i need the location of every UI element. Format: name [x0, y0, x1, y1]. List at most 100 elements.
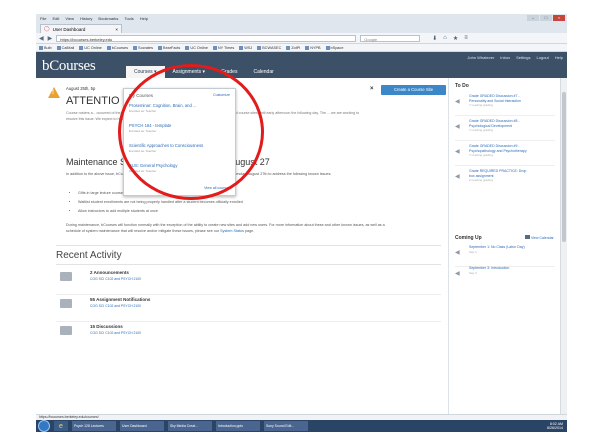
calendar-icon [525, 235, 530, 239]
window-controls: – □ × [527, 15, 565, 21]
todo-item[interactable]: ◀ Grade GRADED Discussion #7 - Personalit… [455, 92, 555, 116]
activity-assignments[interactable]: 55 Assignment Notifications COG SCI C102… [56, 295, 441, 322]
menu-file[interactable]: File [40, 16, 46, 21]
customize-link[interactable]: Customize [213, 93, 230, 97]
bookmark-item[interactable]: Socrates [133, 45, 153, 50]
menu-tools[interactable]: Tools [124, 16, 133, 21]
start-button[interactable] [38, 420, 50, 432]
bookmark-item[interactable]: Bulb [39, 45, 52, 50]
tab-title: User Dashboard [52, 26, 86, 32]
course-role: Enrolled as: Teacher [129, 149, 157, 153]
canvas-favicon-icon: ◯ [44, 26, 50, 32]
todo-item[interactable]: ◀ Grade GRADED Discussion #8 - Psychologi… [455, 117, 555, 141]
course-role: Enrolled as: Teacher [129, 129, 157, 133]
menu-courses[interactable]: Courses ▾ [126, 66, 165, 78]
bookmark-item[interactable]: CalMail [56, 45, 74, 50]
coming-up-item[interactable]: ◀ September 3: Introduction Sep 3 [455, 264, 555, 286]
maximize-button[interactable]: □ [540, 15, 552, 21]
menu-grades[interactable]: Grades [213, 66, 245, 78]
activity-count: 55 Assignment Notifications [90, 297, 151, 302]
settings-link[interactable]: Settings [516, 55, 530, 60]
todo-meta: 7 needing grading [469, 128, 494, 133]
megaphone-icon: ◀ [455, 99, 460, 105]
bookmark-item[interactable]: UC Online [185, 45, 208, 50]
announcement-heading: ATTENTIO [66, 95, 120, 107]
menu-assignments[interactable]: Assignments ▾ [165, 66, 214, 78]
view-all-courses-link[interactable]: View all courses [204, 186, 230, 190]
warning-icon [48, 87, 60, 98]
bookmark-item[interactable]: UC Online [79, 45, 102, 50]
activity-courses[interactable]: COG SCI C102 and PSYCH 2100 [90, 277, 141, 281]
bookmark-star-icon[interactable]: ★ [453, 35, 458, 42]
bookmark-item[interactable]: NYPB [305, 45, 321, 50]
todo-meta: 2 needing grading [469, 178, 494, 183]
system-status-link[interactable]: System Status [220, 229, 244, 233]
course-link[interactable]: PSYCH 164 - template Enrolled as: Teache… [129, 123, 232, 133]
menu-history[interactable]: History [80, 16, 92, 21]
ie-icon[interactable]: e [54, 421, 68, 431]
forward-icon[interactable]: ▶ [48, 35, 53, 42]
bookmark-item[interactable]: BCWASEC [257, 45, 281, 50]
close-window-button[interactable]: × [553, 15, 565, 21]
bookmark-item[interactable]: bCourses [106, 45, 128, 50]
minimize-button[interactable]: – [527, 15, 539, 21]
event-icon: ◀ [455, 271, 460, 277]
status-url: https://bcourses.berkeley.edu/courses/ [39, 415, 99, 419]
search-input[interactable]: Google [360, 34, 421, 42]
home-icon[interactable]: ⌂ [443, 35, 447, 42]
page-scrollbar[interactable] [560, 78, 567, 414]
bookmark-item[interactable]: NY Times [212, 45, 234, 50]
inbox-link[interactable]: Inbox [500, 55, 510, 60]
bookmark-item[interactable]: ZotPl [286, 45, 300, 50]
browser-window: File Edit View History Bookmarks Tools H… [36, 14, 567, 432]
help-link[interactable]: Help [555, 55, 563, 60]
coming-up-item[interactable]: ◀ September 1: No Class (Labor Day) Sep 1 [455, 243, 555, 267]
dismiss-announcement-icon[interactable]: × [370, 86, 374, 92]
activity-courses[interactable]: COG SCI C102 and PSYCH 2100 [90, 304, 141, 308]
menu-edit[interactable]: Edit [52, 16, 59, 21]
bookmark-item[interactable]: WSJ [239, 45, 252, 50]
course-role: Enrolled as: Teacher [129, 109, 157, 113]
scrollbar-thumb[interactable] [562, 92, 566, 242]
navigation-toolbar: ◀ ▶ https://bcourses.berkeley.edu Google… [36, 33, 567, 44]
issue-item: Waitlist student enrollments are not bei… [78, 200, 398, 204]
logout-link[interactable]: Logout [537, 55, 549, 60]
todo-item[interactable]: ◀ Grade REQUIRED PRACTICE: Drop box assig… [455, 167, 555, 189]
taskbar-item[interactable]: Sky Media Creat... [168, 421, 212, 431]
maintenance-note: During maintenance, bCourses will functi… [66, 223, 386, 234]
bookmark-item[interactable]: BearFacts [158, 45, 180, 50]
create-course-site-button[interactable]: Create a Course Site [381, 85, 446, 95]
download-icon[interactable]: ⬇ [432, 35, 437, 42]
taskbar-item[interactable]: Sony Sound Edit... [264, 421, 308, 431]
taskbar-item[interactable]: Introduction.pptx [216, 421, 260, 431]
course-link[interactable]: Scientific Approaches to Consciousness E… [129, 143, 232, 153]
menu-icon[interactable]: ≡ [464, 35, 468, 42]
menu-help[interactable]: Help [140, 16, 148, 21]
activity-courses[interactable]: COG SCI C102 and PSYCH 2100 [90, 331, 141, 335]
course-link[interactable]: Proseminar: Cognition, Brain, and ... En… [129, 103, 232, 113]
taskbar-item[interactable]: Psych 128 Lectures [72, 421, 116, 431]
course-link[interactable]: SUS: General Psychology Enrolled as: Tea… [129, 163, 232, 173]
activity-announcements[interactable]: 2 Announcements COG SCI C102 and PSYCH 2… [56, 268, 441, 295]
menu-calendar[interactable]: Calendar [245, 66, 281, 78]
menu-view[interactable]: View [65, 16, 74, 21]
menu-bookmarks[interactable]: Bookmarks [98, 16, 118, 21]
system-clock[interactable]: 8:02 AM 8/26/2014 [547, 422, 563, 431]
back-icon[interactable]: ◀ [39, 35, 44, 42]
taskbar-item[interactable]: User Dashboard [120, 421, 164, 431]
user-name-link[interactable]: John Whatever [467, 55, 494, 60]
close-tab-icon[interactable]: × [115, 27, 118, 32]
warning-mark: ! [52, 90, 54, 96]
course-title: Scientific Approaches to Consciousness [129, 143, 204, 148]
bookmark-item[interactable]: bSpace [325, 45, 343, 50]
browser-tab[interactable]: ◯ User Dashboard × [40, 24, 122, 33]
announcement-icon [60, 272, 72, 281]
bcourses-logo[interactable]: bCourses [42, 58, 96, 75]
right-sidebar: To Do ◀ Grade GRADED Discussion #7 - Pers… [448, 78, 560, 414]
course-title: PSYCH 164 - template [129, 123, 172, 128]
view-calendar-link[interactable]: View Calendar [525, 235, 554, 240]
todo-item[interactable]: ◀ Grade GRADED Discussion #9 - Psychopath… [455, 142, 555, 166]
activity-count: 15 Discussions [90, 324, 123, 329]
activity-discussions[interactable]: 15 Discussions COG SCI C102 and PSYCH 21… [56, 322, 441, 348]
address-bar[interactable]: https://bcourses.berkeley.edu [56, 34, 357, 42]
